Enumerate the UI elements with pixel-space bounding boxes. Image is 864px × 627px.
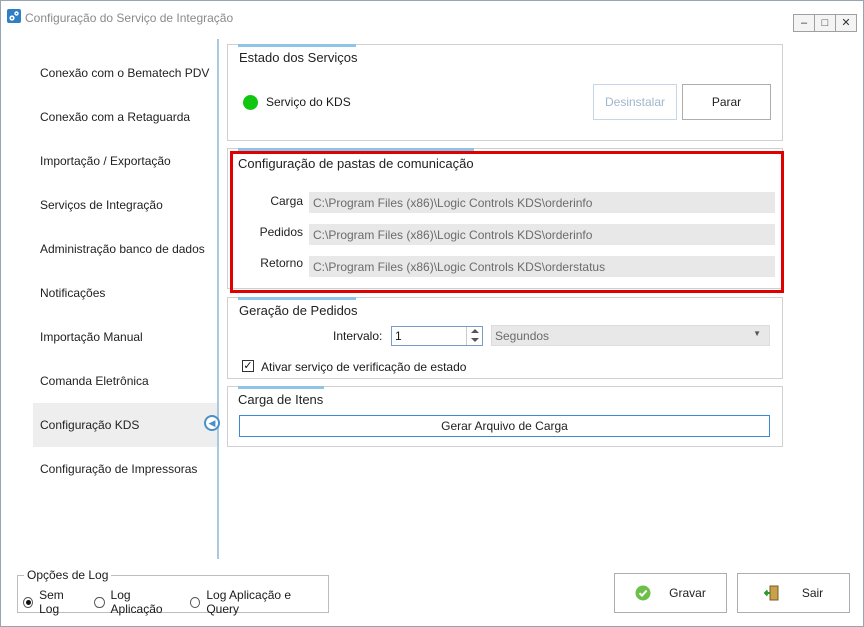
chevron-down-icon: ▼ bbox=[753, 329, 761, 338]
group-accent-tab bbox=[238, 44, 356, 47]
sidebar-item-conexao-pdv[interactable]: Conexão com o Bematech PDV bbox=[33, 51, 217, 95]
sidebar-item-label: Conexão com o Bematech PDV bbox=[40, 66, 210, 80]
sidebar-item-comanda-eletronica[interactable]: Comanda Eletrônica bbox=[33, 359, 217, 403]
interval-unit-value: Segundos bbox=[495, 328, 550, 343]
exit-label: Sair bbox=[801, 586, 824, 600]
sidebar-divider bbox=[217, 39, 219, 559]
sidebar-item-label: Importação / Exportação bbox=[40, 154, 171, 168]
interval-stepper[interactable]: 1 bbox=[391, 326, 483, 346]
radio-log-aplicacao-query[interactable]: Log Aplicação e Query bbox=[190, 588, 316, 616]
window-controls: – □ ✕ bbox=[793, 14, 857, 32]
radio-label: Log Aplicação bbox=[110, 588, 163, 616]
save-label: Gravar bbox=[669, 586, 706, 600]
sidebar-item-servicos-integracao[interactable]: Serviços de Integração bbox=[33, 183, 217, 227]
geracao-pedidos-title: Geração de Pedidos bbox=[239, 303, 358, 318]
estado-servicos-title: Estado dos Serviços bbox=[239, 50, 358, 65]
radio-label: Sem Log bbox=[39, 588, 64, 616]
log-options-group: Opções de Log Sem Log Log Aplicação Log … bbox=[17, 568, 329, 616]
group-accent-tab bbox=[238, 297, 356, 300]
uninstall-button[interactable]: Desinstalar bbox=[593, 84, 677, 120]
radio-empty-icon bbox=[190, 596, 201, 608]
verificacao-checkbox[interactable]: ✓ bbox=[242, 360, 254, 372]
stop-button[interactable]: Parar bbox=[682, 84, 771, 120]
exit-door-icon bbox=[763, 585, 780, 601]
chevron-left-icon: ◀ bbox=[204, 415, 220, 431]
sidebar-item-configuracao-kds[interactable]: Configuração KDS bbox=[33, 403, 217, 447]
radio-selected-icon bbox=[23, 596, 34, 608]
exit-button[interactable]: Sair bbox=[737, 573, 850, 613]
radio-empty-icon bbox=[94, 596, 105, 608]
group-accent-tab bbox=[238, 386, 324, 389]
check-circle-icon bbox=[635, 585, 651, 601]
sidebar-item-administracao-bd[interactable]: Administração banco de dados bbox=[33, 227, 217, 271]
close-button[interactable]: ✕ bbox=[835, 14, 857, 32]
log-options-radios: Sem Log Log Aplicação Log Aplicação e Qu… bbox=[23, 588, 328, 616]
carga-itens-title: Carga de Itens bbox=[238, 392, 324, 407]
service-kds-label: Serviço do KDS bbox=[266, 95, 351, 109]
status-indicator-icon bbox=[243, 95, 258, 110]
sidebar-item-importacao-exportacao[interactable]: Importação / Exportação bbox=[33, 139, 217, 183]
sidebar-item-configuracao-impressoras[interactable]: Configuração de Impressoras bbox=[33, 447, 217, 491]
maximize-button[interactable]: □ bbox=[814, 14, 836, 32]
window-title: Configuração do Serviço de Integração bbox=[25, 11, 234, 25]
interval-unit-select[interactable]: Segundos ▼ bbox=[491, 325, 770, 346]
sidebar-item-label: Importação Manual bbox=[40, 330, 143, 344]
radio-log-aplicacao[interactable]: Log Aplicação bbox=[94, 588, 178, 616]
interval-label: Intervalo: bbox=[333, 329, 383, 343]
save-button[interactable]: Gravar bbox=[614, 573, 727, 613]
sidebar-item-label: Conexão com a Retaguarda bbox=[40, 110, 191, 124]
sidebar-item-label: Configuração de Impressoras bbox=[40, 462, 198, 476]
interval-value: 1 bbox=[395, 329, 402, 343]
estado-servicos-group: Estado dos Serviços Serviço do KDS Desin… bbox=[227, 44, 783, 141]
sidebar-item-label: Comanda Eletrônica bbox=[40, 374, 149, 388]
main-window: Configuração do Serviço de Integração – … bbox=[0, 0, 864, 627]
radio-label: Log Aplicação e Query bbox=[206, 588, 292, 616]
sidebar-nav: Conexão com o Bematech PDV Conexão com a… bbox=[33, 51, 217, 491]
spinner-arrows-icon[interactable] bbox=[466, 327, 482, 345]
title-bar: Configuração do Serviço de Integração – … bbox=[1, 1, 863, 35]
sidebar-item-conexao-retaguarda[interactable]: Conexão com a Retaguarda bbox=[33, 95, 217, 139]
carga-itens-group: Carga de Itens Gerar Arquivo de Carga bbox=[227, 386, 783, 447]
sidebar-item-label: Configuração KDS bbox=[40, 418, 140, 432]
geracao-pedidos-group: Geração de Pedidos Intervalo: 1 Segundos… bbox=[227, 297, 783, 379]
radio-sem-log[interactable]: Sem Log bbox=[23, 588, 82, 616]
sidebar-item-label: Administração banco de dados bbox=[40, 242, 205, 256]
sidebar-item-importacao-manual[interactable]: Importação Manual bbox=[33, 315, 217, 359]
log-options-legend: Opções de Log bbox=[24, 568, 112, 582]
sidebar-item-notificacoes[interactable]: Notificações bbox=[33, 271, 217, 315]
gerar-arquivo-carga-button[interactable]: Gerar Arquivo de Carga bbox=[239, 415, 770, 437]
highlight-frame bbox=[230, 151, 784, 293]
app-gears-icon bbox=[7, 9, 21, 23]
minimize-button[interactable]: – bbox=[793, 14, 815, 32]
sidebar-item-label: Notificações bbox=[40, 286, 106, 300]
sidebar-item-label: Serviços de Integração bbox=[40, 198, 163, 212]
verificacao-label: Ativar serviço de verificação de estado bbox=[261, 360, 467, 374]
